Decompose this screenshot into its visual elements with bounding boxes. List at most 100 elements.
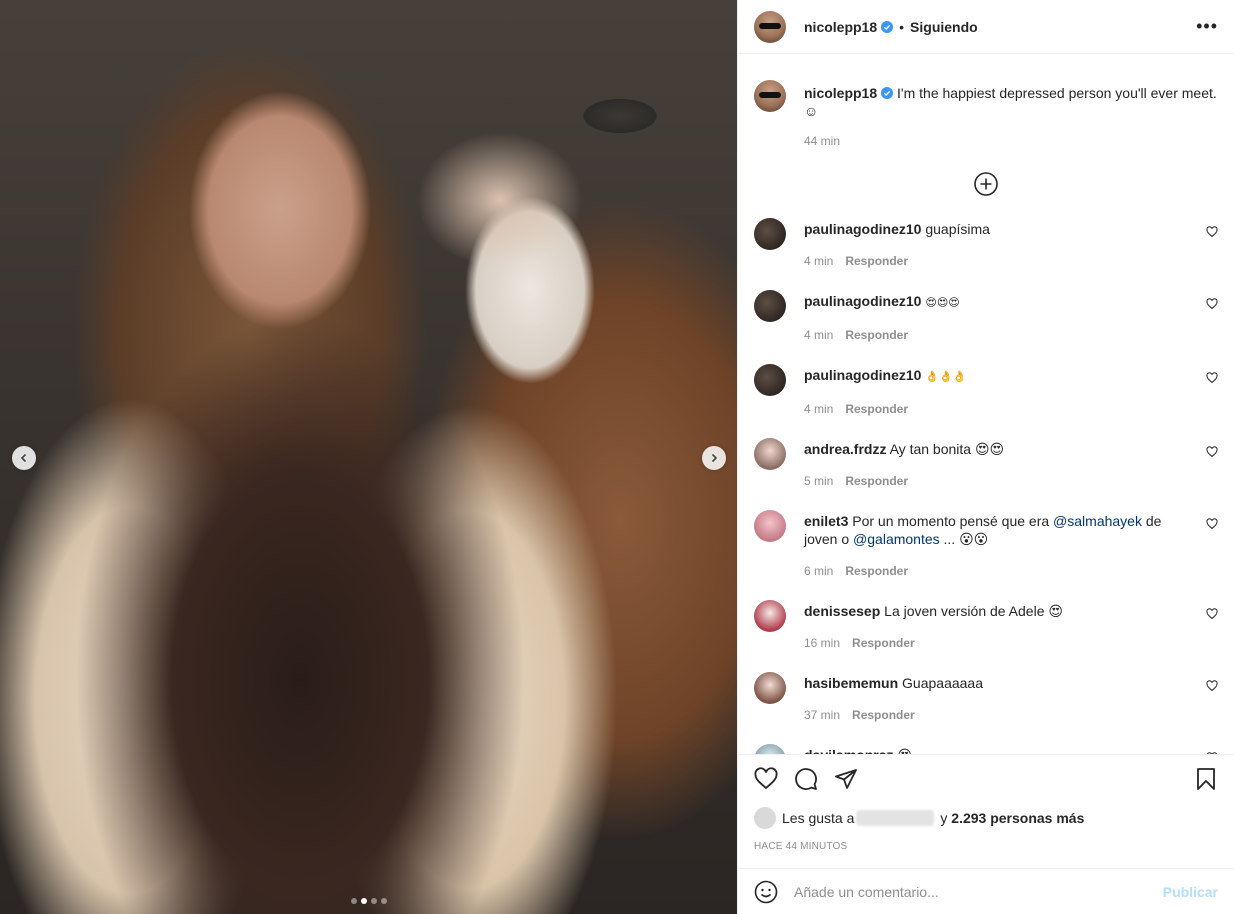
- comment-username[interactable]: andrea.frdzz: [804, 441, 886, 457]
- plus-circle-icon[interactable]: [974, 172, 998, 196]
- comment-username[interactable]: paulinagodinez10: [804, 221, 921, 237]
- comment-time[interactable]: 4 min: [804, 326, 833, 344]
- photo-carousel-dots: [351, 898, 387, 904]
- comment-input[interactable]: [794, 883, 1163, 900]
- send-icon[interactable]: [834, 767, 858, 791]
- comment-username[interactable]: paulinagodinez10: [804, 293, 921, 309]
- add-comment-bar: Publicar: [738, 868, 1234, 914]
- carousel-dot: [351, 898, 357, 904]
- verified-badge-icon: [881, 87, 894, 99]
- comment-time[interactable]: 16 min: [804, 634, 840, 652]
- blurred-liker-name[interactable]: [856, 810, 935, 826]
- likes-prefix: Les gusta a: [782, 810, 855, 826]
- reply-button[interactable]: Responder: [845, 326, 908, 344]
- publish-button[interactable]: Publicar: [1163, 884, 1218, 900]
- comment-avatar[interactable]: [754, 510, 786, 542]
- comment-time[interactable]: 37 min: [804, 706, 840, 724]
- heart-icon[interactable]: [1206, 446, 1218, 458]
- comment-item: andrea.frdzz Ay tan bonita 😍😍 5 min Respo…: [754, 438, 1218, 490]
- emoji-smile-icon[interactable]: [754, 880, 778, 904]
- post-time-ago[interactable]: HACE 44 MINUTOS: [754, 841, 1218, 852]
- following-button[interactable]: Siguiendo: [910, 19, 978, 35]
- next-photo-button[interactable]: [702, 446, 726, 470]
- comment-icon[interactable]: [794, 767, 818, 791]
- mention-link[interactable]: @salmahayek: [1053, 513, 1142, 529]
- comment-avatar[interactable]: [754, 290, 786, 322]
- comment-username[interactable]: paulinagodinez10: [804, 367, 921, 383]
- separator-dot: •: [899, 18, 905, 35]
- comment-time[interactable]: 5 min: [804, 472, 833, 490]
- comment-text: 😍😍😍: [925, 296, 960, 309]
- heart-icon[interactable]: [1206, 608, 1218, 620]
- bookmark-icon[interactable]: [1194, 767, 1218, 791]
- reply-button[interactable]: Responder: [845, 400, 908, 418]
- action-bar: [754, 767, 1218, 791]
- comment-username[interactable]: hasibememun: [804, 675, 898, 691]
- comment-item: davilamonraz 😍: [754, 744, 1218, 754]
- caption-avatar[interactable]: [754, 80, 786, 112]
- comment-avatar[interactable]: [754, 744, 786, 754]
- comment-time[interactable]: 4 min: [804, 252, 833, 270]
- author-username[interactable]: nicolepp18: [804, 19, 877, 35]
- comment-text: La joven versión de Adele 😍: [884, 603, 1063, 619]
- comment-item: denissesep La joven versión de Adele 😍 1…: [754, 600, 1218, 652]
- author-avatar[interactable]: [754, 10, 786, 43]
- post-side-panel: nicolepp18 • Siguiendo ••• nicolepp18 I'…: [737, 0, 1234, 914]
- comment-text: ... 😮😮: [939, 531, 989, 547]
- reply-button[interactable]: Responder: [845, 562, 908, 580]
- comment-avatar[interactable]: [754, 218, 786, 250]
- reply-button[interactable]: Responder: [845, 472, 908, 490]
- comment-avatar[interactable]: [754, 438, 786, 470]
- like-heart-icon[interactable]: [754, 767, 778, 791]
- carousel-dot: [381, 898, 387, 904]
- chevron-left-icon: [20, 453, 27, 463]
- likes-count[interactable]: 2.293 personas más: [951, 810, 1084, 826]
- more-options-icon[interactable]: •••: [1196, 16, 1218, 37]
- comment-avatar[interactable]: [754, 364, 786, 396]
- caption: nicolepp18 I'm the happiest depressed pe…: [754, 80, 1218, 148]
- comment-username[interactable]: davilamonraz: [804, 747, 893, 754]
- heart-icon[interactable]: [1206, 680, 1218, 692]
- comment-username[interactable]: denissesep: [804, 603, 880, 619]
- comment-username[interactable]: enilet3: [804, 513, 848, 529]
- post-dialog: nicolepp18 • Siguiendo ••• nicolepp18 I'…: [0, 0, 1234, 914]
- previous-photo-button[interactable]: [12, 446, 36, 470]
- reply-button[interactable]: Responder: [852, 634, 915, 652]
- comment-item: paulinagodinez10 😍😍😍 4 min Responder: [754, 290, 1218, 344]
- comment-avatar[interactable]: [754, 672, 786, 704]
- reply-button[interactable]: Responder: [845, 252, 908, 270]
- heart-icon[interactable]: [1206, 752, 1218, 754]
- comment-item: enilet3 Por un momento pensé que era @sa…: [754, 510, 1218, 580]
- carousel-dot-active: [361, 898, 367, 904]
- comment-text: 😍: [897, 747, 912, 754]
- author-info: nicolepp18 • Siguiendo: [804, 19, 978, 35]
- load-more-comments[interactable]: [754, 172, 1218, 196]
- carousel-dot: [371, 898, 377, 904]
- post-photo[interactable]: [0, 0, 737, 914]
- likes-conjunction: y: [940, 810, 948, 826]
- caption-time[interactable]: 44 min: [804, 134, 840, 148]
- comment-time[interactable]: 6 min: [804, 562, 833, 580]
- post-header: nicolepp18 • Siguiendo •••: [738, 0, 1234, 54]
- comments-list[interactable]: nicolepp18 I'm the happiest depressed pe…: [738, 54, 1234, 754]
- comment-item: paulinagodinez10 guapísima 4 min Responde…: [754, 218, 1218, 270]
- comment-text: Por un momento pensé que era: [852, 513, 1054, 529]
- likes-summary: Les gusta a y 2.293 personas más: [754, 807, 1218, 829]
- comment-item: hasibememun Guapaaaaaa 37 min Responder: [754, 672, 1218, 724]
- post-actions: Les gusta a y 2.293 personas más HACE 44…: [738, 754, 1234, 868]
- reply-button[interactable]: Responder: [852, 706, 915, 724]
- mention-link[interactable]: @galamontes: [853, 531, 940, 547]
- caption-meta: 44 min: [804, 134, 1218, 148]
- comment-text: guapísima: [925, 221, 990, 237]
- heart-icon[interactable]: [1206, 518, 1218, 530]
- comment-time[interactable]: 4 min: [804, 400, 833, 418]
- heart-icon[interactable]: [1206, 226, 1218, 238]
- comment-text: 👌👌👌: [925, 370, 967, 383]
- caption-username[interactable]: nicolepp18: [804, 85, 877, 101]
- comment-item: paulinagodinez10 👌👌👌 4 min Responder: [754, 364, 1218, 418]
- chevron-right-icon: [711, 453, 718, 463]
- heart-icon[interactable]: [1206, 298, 1218, 310]
- liker-avatar[interactable]: [754, 807, 776, 829]
- heart-icon[interactable]: [1206, 372, 1218, 384]
- comment-avatar[interactable]: [754, 600, 786, 632]
